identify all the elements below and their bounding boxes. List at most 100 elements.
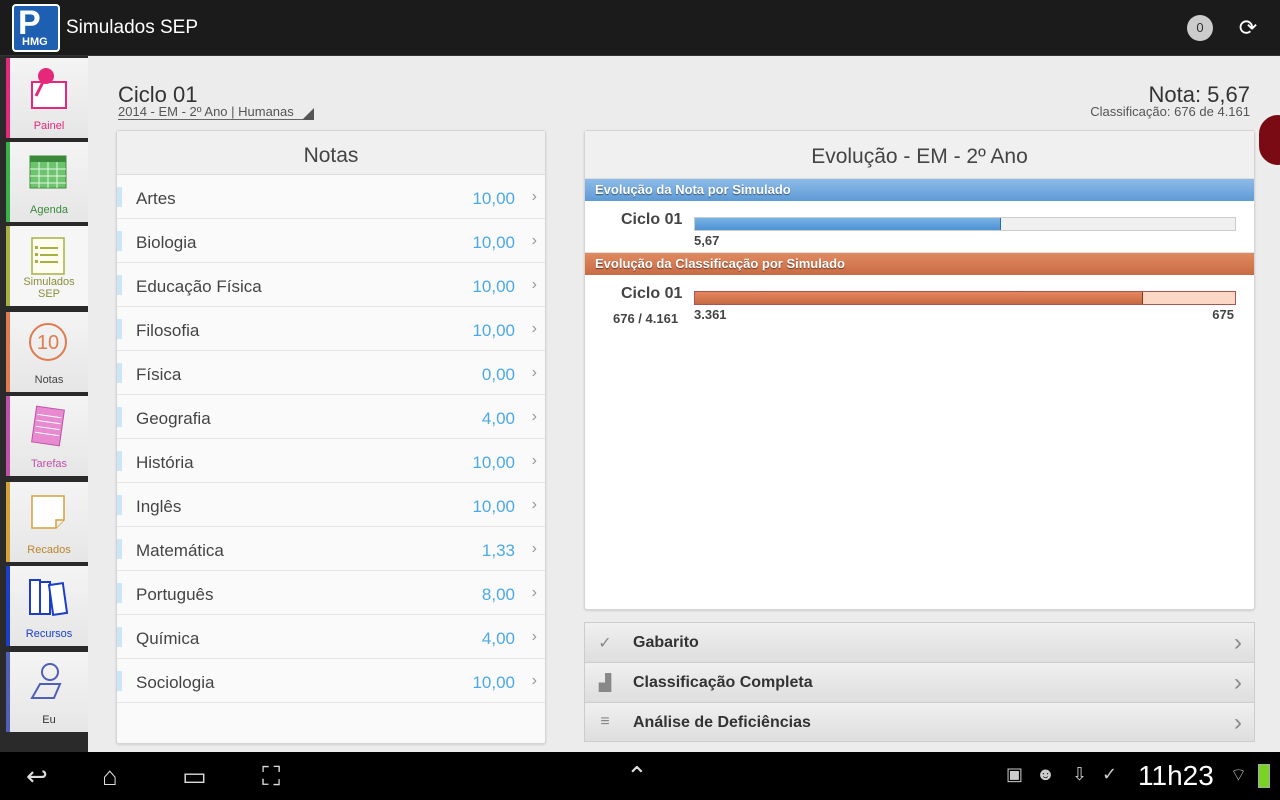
analise-deficiencias-button[interactable]: ≡ Análise de Deficiências › (584, 702, 1255, 742)
notas-list: Artes 10,00 › Biologia 10,00 › Educação Física… (117, 175, 545, 703)
refresh-icon[interactable]: ⟳ (1236, 16, 1260, 40)
chevron-right-icon: › (531, 320, 537, 337)
nav-item-simulados[interactable]: Simulados SEP (6, 226, 88, 306)
nav-item-eu[interactable]: Eu (6, 652, 88, 732)
notebook-icon (31, 405, 65, 447)
row-marker (117, 671, 122, 691)
checklist-icon (31, 237, 65, 275)
chevron-right-icon: › (531, 628, 537, 645)
chevron-right-icon: › (531, 540, 537, 557)
android-icon: ☻ (1036, 764, 1055, 784)
nav-item-painel[interactable]: Painel (6, 58, 88, 138)
action-label: Análise de Deficiências (633, 714, 811, 731)
subject-grade: 10,00 (472, 277, 515, 296)
row-marker (117, 495, 122, 515)
nav-stripe (6, 226, 10, 306)
row-marker (117, 627, 122, 647)
notas-row[interactable]: História 10,00 › (117, 439, 545, 483)
row-marker (117, 407, 122, 427)
nav-stripe (6, 566, 10, 646)
back-icon[interactable]: ↩ (26, 762, 48, 790)
nota-evolution-row: Ciclo 01 5,67 (585, 201, 1254, 253)
system-navigation-bar: ↩ ⌂ ▭ ⛶ ⌃ ▣ ☻ ⇩ ✓ 11h23 ⌔ (0, 752, 1280, 800)
nav-label: Painel (33, 120, 65, 132)
nav-item-agenda[interactable]: Agenda (6, 142, 88, 222)
subject-grade: 8,00 (481, 585, 515, 604)
side-navigation: Painel Agenda Simulados SEP 10 Notas Tar… (0, 56, 88, 752)
screenshot-icon[interactable]: ⛶ (262, 762, 280, 790)
nota-evolution-header: Evolução da Nota por Simulado (585, 179, 1254, 201)
chevron-right-icon: › (531, 276, 537, 293)
podium-icon: ▟ (598, 675, 612, 692)
nav-label: Recursos (25, 628, 73, 640)
row-marker (117, 451, 122, 471)
nav-stripe (6, 482, 10, 562)
chevron-right-icon: › (531, 672, 537, 689)
nav-item-recursos[interactable]: Recursos (6, 566, 88, 646)
notas-row[interactable]: Química 4,00 › (117, 615, 545, 659)
logo-sub: HMG (20, 36, 50, 48)
nav-stripe (6, 652, 10, 732)
app-logo[interactable]: P HMG (12, 4, 60, 52)
classif-cycle-sub: 676 / 4.161 (613, 311, 679, 326)
notas-row[interactable]: Educação Física 10,00 › (117, 263, 545, 307)
notification-badge[interactable]: 0 (1187, 15, 1213, 41)
row-marker (117, 583, 122, 603)
action-label: Classificação Completa (633, 674, 813, 691)
classificacao-completa-button[interactable]: ▟ Classificação Completa › (584, 662, 1255, 702)
nota-progress-fill (695, 218, 1002, 230)
notas-row[interactable]: Matemática 1,33 › (117, 527, 545, 571)
classif-evolution-header: Evolução da Classificação por Simulado (585, 253, 1254, 275)
nav-stripe (6, 142, 10, 222)
gabarito-button[interactable]: ✓ Gabarito › (584, 622, 1255, 662)
subject-label: Matemática (136, 541, 224, 560)
notas-row[interactable]: Sociologia 10,00 › (117, 659, 545, 703)
classif-evolution-row: Ciclo 01 676 / 4.161 3.361 675 (585, 275, 1254, 327)
bag-icon: ✓ (1102, 764, 1118, 784)
chevron-right-icon: › (531, 232, 537, 249)
row-marker (117, 363, 122, 383)
notas-title: Notas (117, 131, 545, 175)
notas-row[interactable]: Português 8,00 › (117, 571, 545, 615)
home-icon[interactable]: ⌂ (102, 762, 118, 790)
nav-item-tarefas[interactable]: Tarefas (6, 396, 88, 476)
nota-cycle-label: Ciclo 01 (621, 211, 683, 228)
notas-row[interactable]: Inglês 10,00 › (117, 483, 545, 527)
nav-label: Simulados SEP (23, 276, 75, 300)
sticky-note-icon (31, 495, 65, 529)
nav-label: Agenda (30, 204, 68, 216)
edge-tab-button[interactable] (1256, 112, 1280, 168)
nav-label: Notas (34, 374, 64, 386)
row-marker (117, 187, 122, 207)
subject-label: Artes (136, 189, 176, 208)
nav-item-notas[interactable]: 10 Notas (6, 312, 88, 392)
gallery-icon: ▣ (1006, 764, 1024, 784)
chevron-right-icon: › (531, 188, 537, 205)
nav-stripe (6, 312, 10, 392)
notas-row[interactable]: Filosofia 10,00 › (117, 307, 545, 351)
evolucao-panel: Evolução - EM - 2º Ano Evolução da Nota … (584, 130, 1255, 610)
row-marker (117, 231, 122, 251)
chevron-right-icon: › (1234, 709, 1242, 736)
books-icon (29, 579, 69, 616)
recent-apps-icon[interactable]: ▭ (182, 762, 207, 790)
check-x-icon: ✓ (598, 635, 612, 652)
notas-row[interactable]: Artes 10,00 › (117, 175, 545, 219)
notas-panel: Notas Artes 10,00 › Biologia 10,00 › Educação … (116, 130, 546, 744)
nota-progress-value: 5,67 (694, 233, 720, 248)
battery-icon (1258, 764, 1270, 788)
subject-label: Educação Física (136, 277, 262, 296)
notas-row[interactable]: Geografia 4,00 › (117, 395, 545, 439)
cycle-selector[interactable]: 2014 - EM - 2º Ano | Humanas (118, 104, 314, 120)
nav-item-recados[interactable]: Recados (6, 482, 88, 562)
notas-row[interactable]: Física 0,00 › (117, 351, 545, 395)
notas-row[interactable]: Biologia 10,00 › (117, 219, 545, 263)
clock: 11h23 (1138, 760, 1214, 791)
chevron-right-icon: › (531, 496, 537, 513)
classif-cycle-label: Ciclo 01 (621, 285, 683, 302)
chevron-right-icon: › (1234, 669, 1242, 696)
action-list: ✓ Gabarito › ▟ Classificação Completa › … (584, 622, 1255, 742)
subject-label: Sociologia (136, 673, 215, 692)
subject-grade: 1,33 (481, 541, 515, 560)
chevron-up-icon[interactable]: ⌃ (626, 762, 648, 790)
